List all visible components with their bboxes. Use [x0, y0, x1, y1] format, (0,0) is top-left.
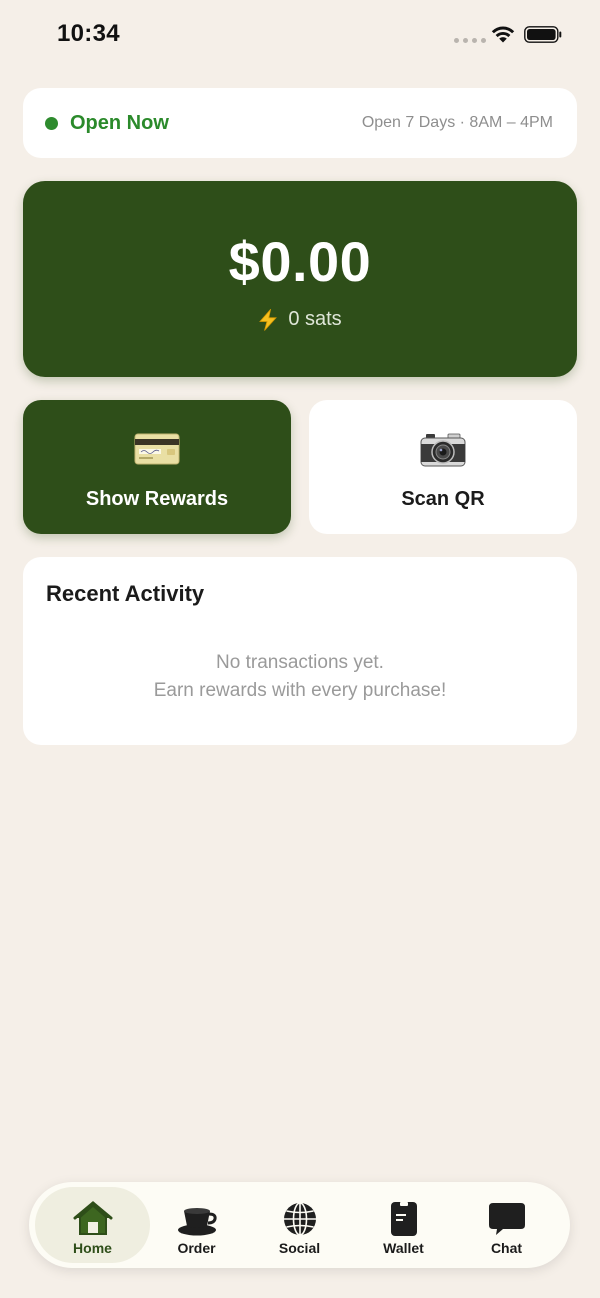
tab-order-label: Order [177, 1240, 216, 1256]
status-time: 10:34 [57, 20, 120, 47]
tab-home[interactable]: Home [35, 1187, 150, 1263]
battery-icon [524, 26, 562, 43]
recent-activity-title: Recent Activity [46, 581, 205, 606]
sats-balance: 0 sats [288, 308, 342, 330]
empty-activity-message: No transactions yet. Earn rewards with e… [23, 649, 577, 705]
cellular-signal-icon [454, 38, 486, 43]
tab-social[interactable]: Social [242, 1187, 357, 1263]
balance-card: $0.00 0 sats [23, 181, 577, 377]
tab-social-label: Social [278, 1240, 321, 1256]
empty-activity-line-1: No transactions yet. [216, 652, 384, 673]
tab-home-label: Home [73, 1240, 112, 1256]
lightning-bolt-icon [259, 308, 278, 331]
tab-order[interactable]: Order [139, 1187, 254, 1263]
open-status-dot [45, 116, 58, 130]
empty-activity-line-2: Earn rewards with every purchase! [153, 680, 447, 701]
store-hours-card: Open Now Open 7 Days · 8AM – 4PM [23, 88, 577, 158]
scan-qr-button[interactable]: Scan QR [309, 400, 577, 534]
camera-icon [420, 433, 466, 467]
wallet-icon [390, 1202, 417, 1236]
store-hours-label: Open 7 Days · 8AM – 4PM [361, 114, 553, 131]
tab-wallet-label: Wallet [383, 1240, 424, 1256]
show-rewards-button[interactable]: Show Rewards [23, 400, 291, 534]
tab-chat[interactable]: Chat [449, 1187, 564, 1263]
show-rewards-label: Show Rewards [85, 488, 229, 510]
status-bar: 10:34 [0, 0, 600, 70]
balance-amount: $0.00 [228, 230, 372, 293]
sats-row: 0 sats [23, 308, 577, 331]
scan-qr-label: Scan QR [401, 488, 485, 510]
tab-wallet[interactable]: Wallet [346, 1187, 461, 1263]
home-icon [73, 1201, 112, 1235]
credit-card-icon [134, 433, 180, 465]
wifi-icon [491, 26, 515, 43]
recent-activity-card: Recent Activity No transactions yet. Ear… [23, 557, 577, 745]
coffee-cup-icon [177, 1208, 217, 1236]
tab-bar: Home Order Social Wallet Chat [29, 1182, 570, 1268]
open-status-label: Open Now [70, 111, 169, 134]
chat-bubble-icon [488, 1203, 525, 1235]
tab-chat-label: Chat [490, 1240, 523, 1256]
globe-icon [283, 1202, 316, 1236]
